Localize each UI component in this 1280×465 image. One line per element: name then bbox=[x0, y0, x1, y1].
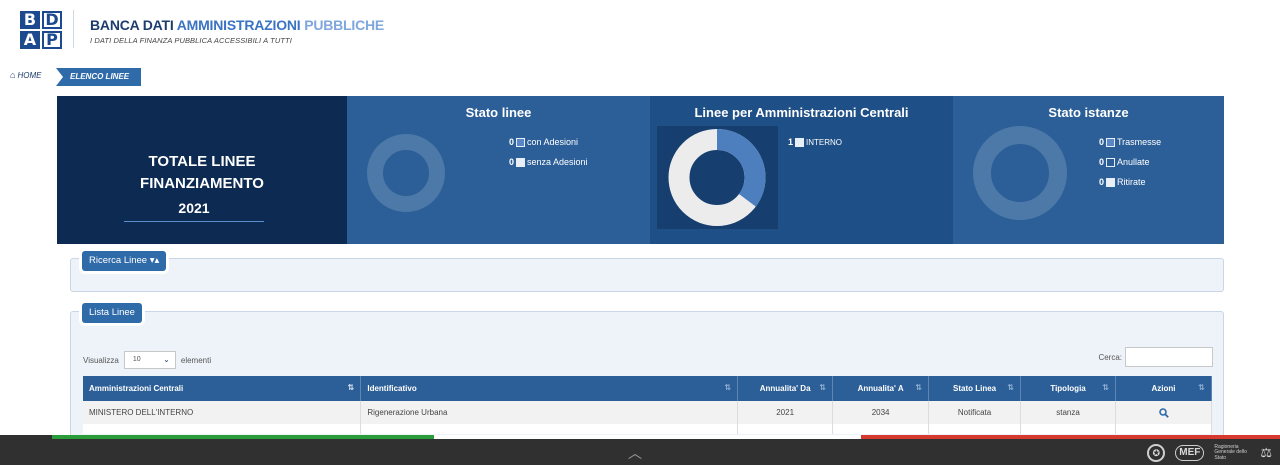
linee-amministrazioni-donut[interactable] bbox=[664, 126, 770, 229]
cell-amministrazione: MINISTERO DELL'INTERNO bbox=[83, 401, 362, 424]
linee-amministrazioni-panel: Linee per Amministrazioni Centrali 1 INT… bbox=[650, 96, 953, 244]
ricerca-linee-toggle[interactable]: Ricerca Linee ▾▴ bbox=[82, 251, 167, 271]
total-title-line2: FINANZIAMENTO bbox=[140, 175, 264, 192]
linee-amministrazioni-legend: 1 INTERNO bbox=[788, 132, 842, 152]
linee-table: Amministrazioni Centrali ⇅ Identificativo… bbox=[83, 376, 1212, 434]
bdap-logo[interactable]: B D A P bbox=[20, 11, 62, 49]
scales-of-justice-icon[interactable]: ⚖ bbox=[1260, 445, 1272, 461]
table-row bbox=[83, 424, 1212, 434]
legend-item[interactable]: 0 con Adesioni bbox=[509, 132, 588, 152]
logo-letter-p: P bbox=[42, 31, 62, 49]
home-icon: ⌂ bbox=[10, 70, 16, 80]
cell-stato-linea: Notificata bbox=[928, 401, 1022, 424]
legend-swatch bbox=[516, 137, 526, 147]
column-header-annualita-a[interactable]: Annualita' A ⇅ bbox=[832, 376, 930, 401]
legend-item[interactable]: 1 INTERNO bbox=[788, 132, 842, 152]
page-length-prefix: Visualizza bbox=[83, 355, 119, 365]
chevron-down-icon: ⌄ bbox=[163, 355, 170, 364]
sort-icon: ⇅ bbox=[915, 383, 923, 392]
table-header-row: Amministrazioni Centrali ⇅ Identificativo… bbox=[83, 376, 1212, 401]
stato-linee-panel: Stato linee 0 con Adesioni 0 senza Adesi… bbox=[347, 96, 650, 244]
linee-amministrazioni-title: Linee per Amministrazioni Centrali bbox=[694, 105, 909, 120]
stato-linee-donut[interactable] bbox=[367, 134, 445, 212]
column-header-amministrazioni[interactable]: Amministrazioni Centrali ⇅ bbox=[83, 376, 362, 401]
legend-swatch bbox=[1106, 137, 1116, 147]
column-header-annualita-da[interactable]: Annualita' Da ⇅ bbox=[737, 376, 834, 401]
cell-azioni bbox=[1115, 401, 1212, 424]
column-header-stato-linea[interactable]: Stato Linea ⇅ bbox=[928, 376, 1022, 401]
table-controls: Visualizza 10 ⌄ elementi Cerca: bbox=[83, 347, 1213, 369]
legend-swatch bbox=[516, 157, 526, 167]
stato-linee-legend: 0 con Adesioni 0 senza Adesioni bbox=[509, 132, 588, 172]
footer-logos: ✪ MEF Ragioneria Generale dello Stato ⚖ bbox=[1147, 443, 1272, 463]
page-length-control: Visualizza 10 ⌄ elementi bbox=[83, 351, 211, 369]
stato-linee-title: Stato linee bbox=[465, 105, 532, 120]
sort-icon: ⇅ bbox=[1102, 383, 1110, 392]
breadcrumb-home-label: HOME bbox=[17, 71, 42, 80]
site-title-part3: PUBBLICHE bbox=[304, 17, 385, 33]
sort-icon: ⇅ bbox=[1198, 383, 1205, 392]
ricerca-linee-section bbox=[70, 258, 1224, 292]
legend-swatch bbox=[795, 137, 805, 147]
site-title-part2: AMMINISTRAZIONI bbox=[176, 17, 305, 33]
sort-icon: ⇅ bbox=[724, 383, 732, 392]
header-divider bbox=[73, 10, 74, 48]
mef-logo[interactable]: MEF bbox=[1175, 445, 1205, 461]
table-search-control: Cerca: bbox=[1098, 347, 1213, 367]
rgs-logo-text[interactable]: Ragioneria Generale dello Stato bbox=[1214, 444, 1250, 462]
total-year: 2021 bbox=[124, 200, 264, 222]
legend-item[interactable]: 0 senza Adesioni bbox=[509, 152, 588, 172]
column-header-azioni[interactable]: Azioni ⇅ bbox=[1115, 376, 1212, 401]
lista-linee-tab[interactable]: Lista Linee bbox=[82, 303, 142, 323]
cell-annualita-a: 2034 bbox=[832, 401, 930, 424]
legend-item[interactable]: 0 Ritirate bbox=[1099, 172, 1161, 192]
site-tagline: I DATI DELLA FINANZA PUBBLICA ACCESSIBIL… bbox=[90, 36, 292, 45]
total-title-line1: TOTALE LINEE bbox=[148, 153, 256, 170]
column-header-tipologia[interactable]: Tipologia ⇅ bbox=[1020, 376, 1117, 401]
table-search-label: Cerca: bbox=[1098, 352, 1122, 362]
cell-tipologia: stanza bbox=[1020, 401, 1117, 424]
page-length-select[interactable]: 10 ⌄ bbox=[123, 351, 176, 369]
breadcrumb-home[interactable]: ⌂ HOME bbox=[10, 70, 41, 80]
breadcrumb-current[interactable]: ELENCO LINEE bbox=[56, 68, 142, 86]
total-linee-panel: TOTALE LINEE FINANZIAMENTO 2021 bbox=[57, 96, 347, 244]
site-title: BANCA DATI AMMINISTRAZIONI PUBBLICHE bbox=[90, 17, 384, 33]
legend-item[interactable]: 0 Trasmesse bbox=[1099, 132, 1161, 152]
logo-letter-d: D bbox=[42, 11, 62, 29]
dashboard-summary: TOTALE LINEE FINANZIAMENTO 2021 Stato li… bbox=[57, 96, 1224, 244]
sort-icon: ⇅ bbox=[819, 383, 827, 392]
table-search-input[interactable] bbox=[1125, 347, 1213, 367]
legend-item[interactable]: 0 Anullate bbox=[1099, 152, 1161, 172]
stato-istanze-legend: 0 Trasmesse 0 Anullate 0 Ritirate bbox=[1099, 132, 1161, 192]
italian-republic-emblem-icon[interactable]: ✪ bbox=[1147, 444, 1166, 462]
cell-annualita-da: 2021 bbox=[737, 401, 834, 424]
search-icon[interactable] bbox=[1158, 407, 1169, 418]
logo-letter-b: B bbox=[20, 11, 40, 29]
sort-icon: ⇅ bbox=[1007, 383, 1015, 392]
site-title-part1: BANCA DATI bbox=[90, 17, 177, 33]
table-row[interactable]: MINISTERO DELL'INTERNO Rigenerazione Urb… bbox=[83, 401, 1212, 424]
cell-identificativo: Rigenerazione Urbana bbox=[360, 401, 739, 424]
sort-icon: ⇅ bbox=[347, 383, 355, 392]
legend-swatch bbox=[1106, 157, 1116, 167]
total-linee-title: TOTALE LINEE FINANZIAMENTO bbox=[57, 151, 347, 195]
column-header-identificativo[interactable]: Identificativo ⇅ bbox=[360, 376, 739, 401]
breadcrumb: ⌂ HOME ELENCO LINEE bbox=[0, 68, 400, 86]
page-length-suffix: elementi bbox=[180, 355, 212, 365]
stato-istanze-title: Stato istanze bbox=[1048, 105, 1129, 120]
site-header: B D A P BANCA DATI AMMINISTRAZIONI PUBBL… bbox=[0, 0, 1280, 62]
stato-istanze-panel: Stato istanze 0 Trasmesse 0 Anullate 0 R… bbox=[953, 96, 1224, 244]
logo-letter-a: A bbox=[20, 31, 40, 49]
legend-swatch bbox=[1106, 177, 1116, 187]
stato-istanze-donut[interactable] bbox=[973, 126, 1067, 220]
scroll-to-top-icon[interactable]: ︿ bbox=[626, 446, 644, 460]
